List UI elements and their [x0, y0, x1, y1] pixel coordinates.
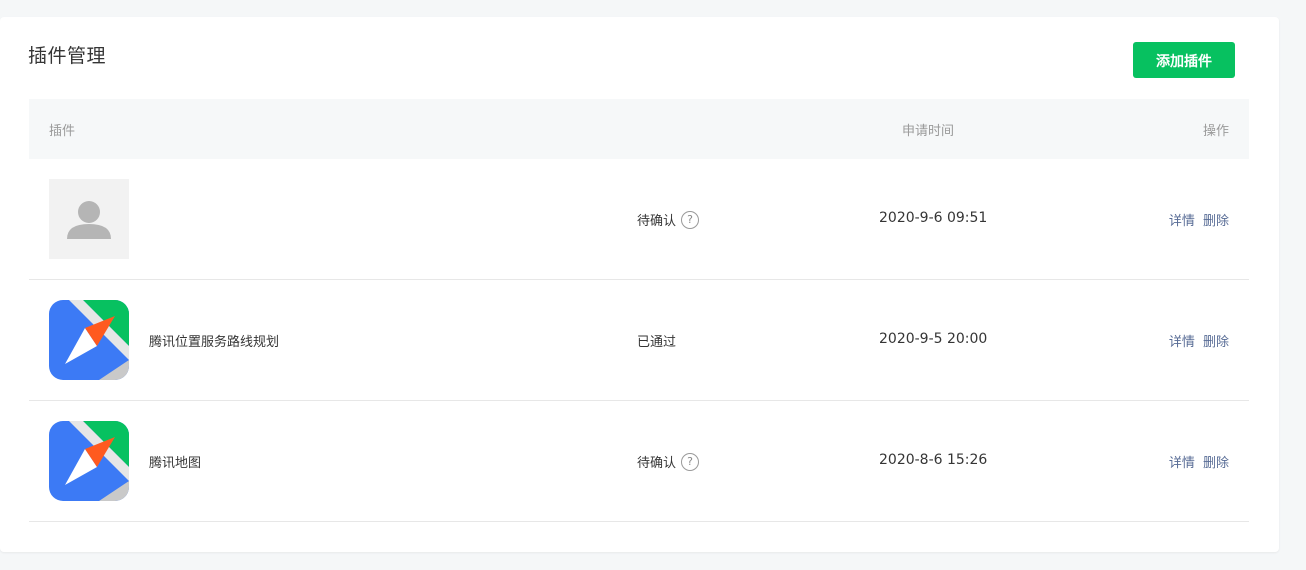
detail-link[interactable]: 详情: [1169, 456, 1195, 471]
status-text: 已通过: [637, 335, 677, 350]
default-avatar-icon: [49, 179, 129, 259]
tencent-map-icon: [49, 421, 129, 501]
add-plugin-button[interactable]: 添加插件: [1133, 42, 1235, 78]
delete-link[interactable]: 删除: [1203, 214, 1229, 229]
column-header-time: 申请时间: [902, 124, 955, 139]
table-row: 腾讯地图 待确认 ? 2020-8-6 15:26 详情 删除: [29, 401, 1249, 522]
plugin-table: 插件 申请时间 操作 待确认 ? 2020-9-6 09:51 详情 删除 腾讯…: [29, 99, 1249, 522]
apply-time: 2020-9-6 09:51: [879, 210, 988, 226]
column-header-plugin: 插件: [49, 124, 76, 139]
row-actions: 详情 删除: [1169, 452, 1229, 471]
page-title: 插件管理: [28, 45, 107, 67]
column-header-actions: 操作: [1202, 124, 1229, 139]
status-text: 待确认: [637, 456, 677, 471]
plugin-management-card: 插件管理 添加插件 插件 申请时间 操作 待确认 ? 2020-9-6 09:5…: [0, 17, 1279, 552]
row-actions: 详情 删除: [1169, 331, 1229, 350]
help-icon[interactable]: ?: [681, 210, 700, 229]
help-icon[interactable]: ?: [681, 452, 700, 471]
tencent-map-icon: [49, 300, 129, 380]
detail-link[interactable]: 详情: [1169, 214, 1195, 229]
table-header: 插件 申请时间 操作: [29, 99, 1249, 159]
detail-link[interactable]: 详情: [1169, 335, 1195, 350]
status-text: 待确认: [637, 214, 677, 229]
delete-link[interactable]: 删除: [1203, 335, 1229, 350]
apply-time: 2020-8-6 15:26: [879, 452, 988, 468]
plugin-status: 待确认 ?: [637, 210, 700, 229]
delete-link[interactable]: 删除: [1203, 456, 1229, 471]
table-row: 腾讯位置服务路线规划 已通过 2020-9-5 20:00 详情 删除: [29, 280, 1249, 401]
plugin-name: 腾讯地图: [149, 456, 202, 471]
table-row: 待确认 ? 2020-9-6 09:51 详情 删除: [29, 159, 1249, 280]
plugin-name: 腾讯位置服务路线规划: [149, 335, 280, 350]
row-actions: 详情 删除: [1169, 210, 1229, 229]
plugin-status: 待确认 ?: [637, 452, 700, 471]
plugin-status: 已通过: [637, 331, 676, 350]
apply-time: 2020-9-5 20:00: [879, 331, 988, 347]
